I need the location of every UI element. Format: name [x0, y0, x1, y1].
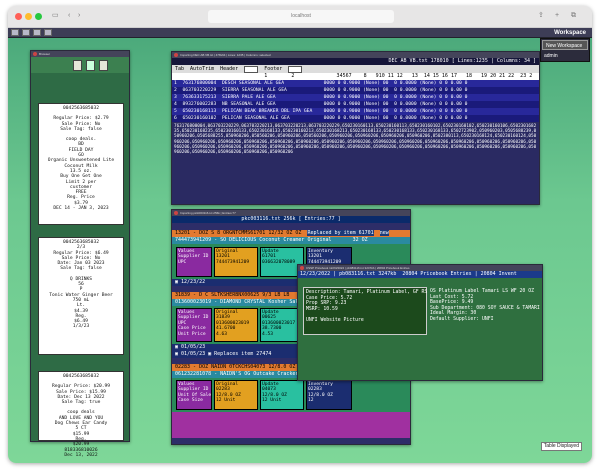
- table-row[interactable]: 4 893276002283 NB SEASONAL ALE GEA 0000 …: [172, 101, 539, 108]
- file-icon[interactable]: [22, 29, 30, 36]
- menu-header[interactable]: Header: [220, 65, 238, 73]
- values-labels: Values Supplier ID Unit Of Sale Case Siz…: [176, 380, 212, 410]
- new-tab-icon[interactable]: +: [555, 11, 559, 21]
- pick-item-detail: Values Supplier ID Unit Of Sale Case Siz…: [172, 378, 410, 412]
- address-bar[interactable]: localhost: [208, 10, 394, 23]
- receipt-line: Dec 13, 2022: [64, 452, 98, 458]
- pricebook-window-title[interactable]: CSSP Pricebook 12/23/2022 | pb083116.txt…: [298, 265, 542, 271]
- maximize-window-button[interactable]: [35, 13, 42, 20]
- values-labels: Values Supplier ID UPC: [176, 247, 212, 277]
- share-icon[interactable]: ⇪: [538, 11, 544, 21]
- receipt-window: Browser 0042563685032 Regular Price: $2.7…: [30, 50, 130, 458]
- pick-item-line[interactable]: 13201 - DOZ S 8 ORGNTCMMS61701 12/32 OZ …: [172, 230, 410, 237]
- editor-file-info: DEC AB VB.txt 178010 [ Lines:1235 | Colu…: [388, 58, 536, 64]
- product-description-box: Description: Tamari, Platinum Label, GF …: [303, 287, 427, 335]
- date-text: 12/23/22: [181, 279, 206, 285]
- original-values: Original 02283 12/8.0 OZ 12 Unit: [214, 380, 258, 410]
- workspace-dropdown: New Workspace admin: [540, 38, 590, 62]
- receipt-line: Organic Unsweetened Lite: [47, 158, 115, 164]
- update-values: Update 04073 12/8.0 OZ 12 Unit: [260, 380, 304, 410]
- pricebook-window: CSSP Pricebook 12/23/2022 | pb083116.txt…: [297, 264, 543, 381]
- item-line-text: 13201 - DOZ S 8 ORGNTCMMS61701 12/32 OZ …: [175, 230, 302, 236]
- pick-empty-area: [172, 412, 410, 438]
- item-line-text: 31839 - D C SLTKSHERBNX00625 9/3 LB LB: [175, 292, 290, 298]
- values-labels: Values Supplier ID UPC Case Price Unit P…: [176, 308, 212, 342]
- table-row[interactable]: 3 763633175213 SIERRA PALE ALE GEA 0000 …: [172, 94, 539, 101]
- raw-data-dump: 763176800004,063703220229,063703220213,0…: [172, 122, 539, 195]
- receipt-toolbar: [31, 57, 129, 73]
- status-indicator: Table Displayed: [540, 442, 582, 451]
- doc-icon[interactable]: [73, 60, 82, 71]
- original-values: Original 31839 013600023019 41.6700 4.63: [214, 308, 258, 342]
- browser-toolbar: ▭ ‹ › localhost ⇪ + ⧉: [8, 6, 592, 28]
- sidebar-icon[interactable]: ▭: [52, 11, 59, 21]
- date-text: 01/05/23: [181, 351, 206, 357]
- import-editor-window: Importing DEC AB VB.txt | 478x64 | Lines…: [171, 51, 540, 205]
- settings-icon[interactable]: [44, 29, 52, 36]
- table-row[interactable]: 1 763176800004 DESCH SEASONAL ALE GEA 00…: [172, 80, 539, 87]
- admin-workspace-item[interactable]: admin: [541, 51, 589, 61]
- print-icon[interactable]: [33, 29, 41, 36]
- pick-item-sub: 744473941209 - SO DELICIOUS Coconut Crea…: [172, 237, 410, 244]
- workspace-menu-button[interactable]: Workspace: [554, 28, 586, 38]
- window-icon[interactable]: [11, 29, 19, 36]
- back-icon[interactable]: ‹: [68, 11, 70, 21]
- new-badge: new: [379, 230, 389, 236]
- menu-tab[interactable]: Tab: [175, 65, 184, 73]
- date-text: 01/05/23: [181, 344, 206, 350]
- menu-footer[interactable]: Footer: [264, 65, 282, 73]
- receipt-line: DEC 14 - JAN 3, 2023: [53, 206, 109, 212]
- desktop: Workspace New Workspace admin Browser 00…: [8, 28, 592, 463]
- desktop-taskbar: Workspace: [8, 28, 592, 38]
- pick-window-title[interactable]: Importing pick003116.txt 256k | Entries:…: [172, 210, 410, 216]
- close-window-button[interactable]: [15, 13, 22, 20]
- receipt-card[interactable]: 0042563685032 Regular Price: $2.79 Sale Pr…: [38, 103, 124, 225]
- new-workspace-item[interactable]: New Workspace: [542, 40, 588, 50]
- replaced-note: Replaced by item 61701: [307, 230, 374, 236]
- minimize-window-button[interactable]: [25, 13, 32, 20]
- table-row[interactable]: 5 650230168113 PELICAN BEAK BREAKER DBL …: [172, 108, 539, 115]
- browser-window: ▭ ‹ › localhost ⇪ + ⧉ Workspace New Work…: [8, 6, 592, 463]
- inventory-values: Inventory 02283 12/8.0 OZ 12: [306, 380, 352, 410]
- url-text: localhost: [291, 13, 311, 19]
- replaces-note: Replaces item 27474: [214, 351, 272, 357]
- editor-status-bar: DEC AB VB.txt 178010 [ Lines:1235 | Colu…: [172, 58, 539, 65]
- receipt-line: 1/3/23: [72, 324, 90, 330]
- forward-icon[interactable]: ›: [78, 11, 80, 21]
- receipt-card[interactable]: 0042563685032 2/3 Regular Price: $6.49 Sale…: [38, 237, 124, 355]
- table-row[interactable]: 6 650230160102 PELICAN SEASONAL ALE GEA …: [172, 115, 539, 122]
- original-values: Original 13201 744473941209: [214, 247, 258, 277]
- editor-menu: Tab AutoTrim Header Footer: [172, 65, 539, 73]
- pick-header: pkc003116.txt 256k [ Entries:77 ]: [172, 216, 410, 223]
- pricebook-header: 12/23/2022 | pb083116.txt 3247kb 20804 P…: [298, 271, 542, 278]
- header-checkbox[interactable]: [244, 66, 259, 73]
- table-row[interactable]: 2 063703220229 SIERRA SEASONAL ALE GEA 0…: [172, 87, 539, 94]
- print-icon[interactable]: [86, 60, 95, 71]
- receipt-card[interactable]: 0042563685032 Regular Price: $20.99 Sale P…: [38, 371, 124, 458]
- footer-checkbox[interactable]: [288, 66, 303, 73]
- tabs-overview-icon[interactable]: ⧉: [571, 11, 576, 21]
- product-details: OS Platinum Label Tamari LS WF 20 OZ Las…: [430, 289, 540, 322]
- file-icon[interactable]: [99, 60, 108, 71]
- column-number-ruler: 1 2 34567 8 910 11 12 13 14 15 16 17 18 …: [172, 73, 539, 80]
- menu-autotrim[interactable]: AutoTrim: [190, 65, 214, 73]
